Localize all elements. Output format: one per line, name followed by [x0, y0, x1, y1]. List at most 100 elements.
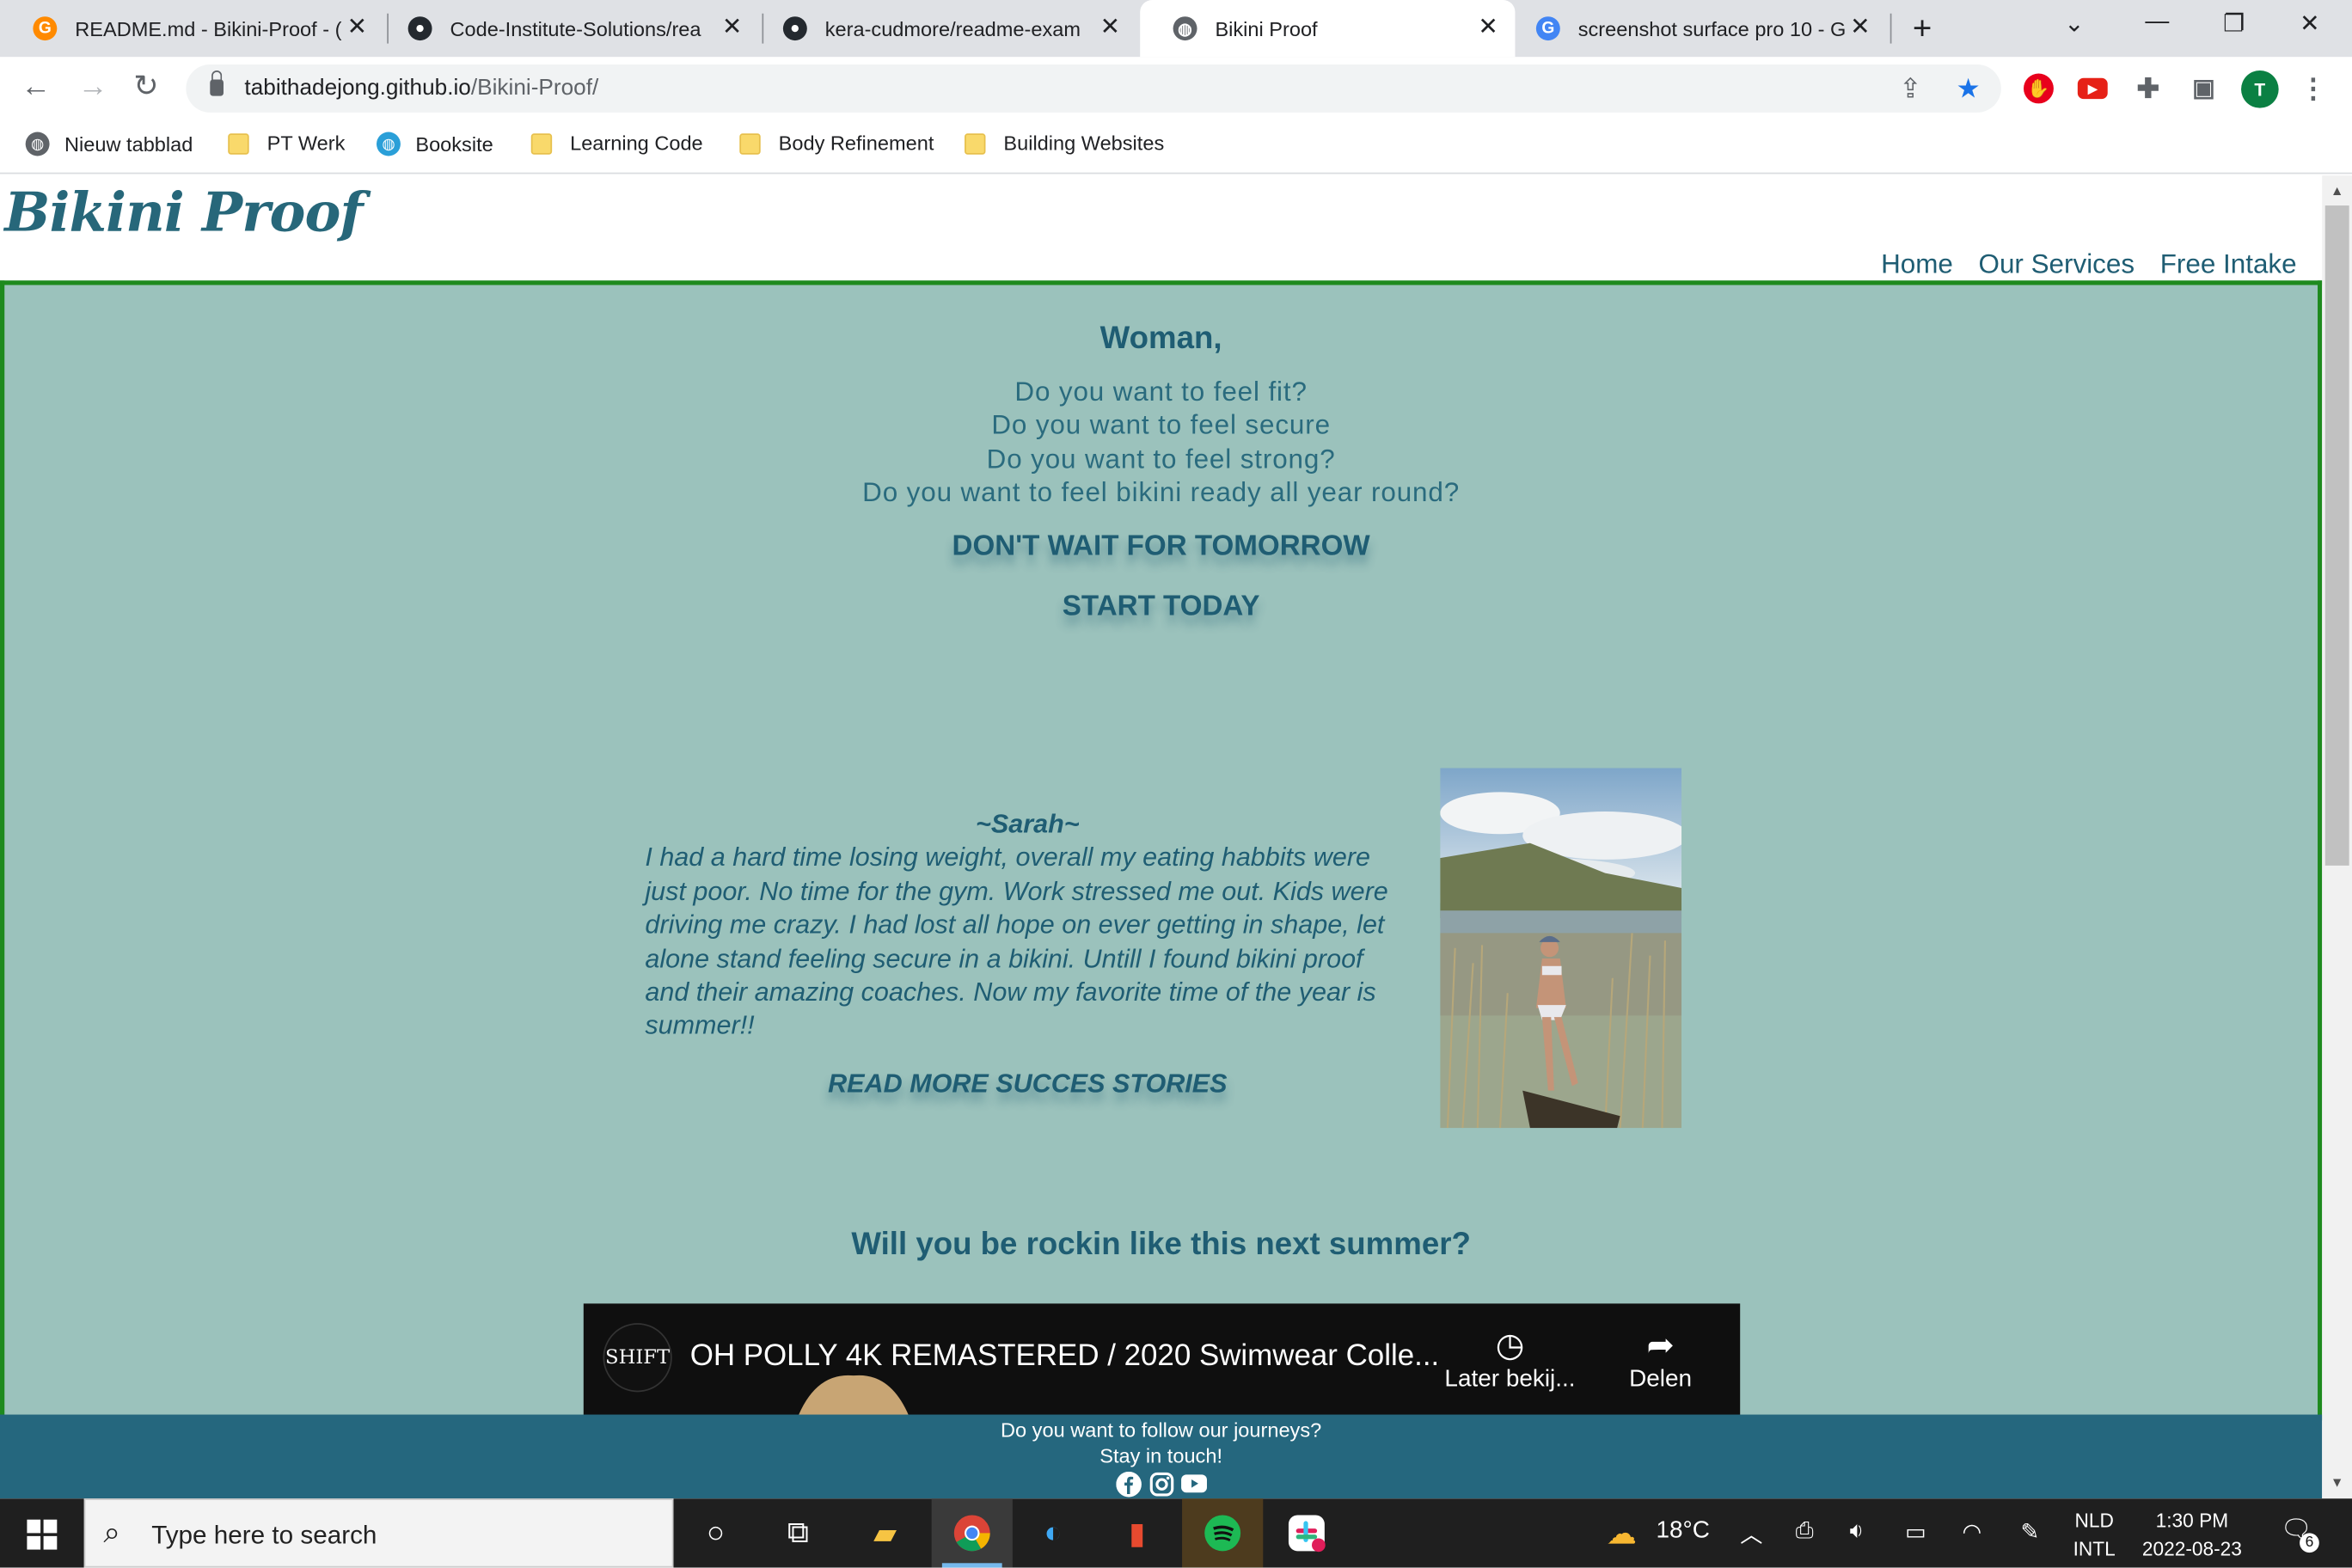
weather-icon[interactable]: ☁ [1601, 1512, 1643, 1554]
url-path: /Bikini-Proof/ [470, 75, 599, 101]
slack-icon[interactable] [1285, 1512, 1327, 1554]
video-title[interactable]: OH POLLY 4K REMASTERED / 2020 Swimwear C… [690, 1339, 1440, 1374]
tab-bikini-proof[interactable]: ◍ Bikini Proof ✕ [1140, 0, 1516, 58]
page-scrollbar[interactable]: ▲ ▼ [2322, 175, 2352, 1499]
battery-icon[interactable]: ▭ [1905, 1518, 1926, 1546]
browser-toolbar: ← → ↻ tabithadejong.github.io/Bikini-Pro… [0, 57, 2352, 120]
tab-title: screenshot surface pro 10 - G [1577, 17, 1846, 40]
reload-icon[interactable]: ↻ [133, 72, 158, 102]
tab-search-icon[interactable]: ⌄ [2064, 9, 2084, 39]
testimonial-author: ~Sarah~ [976, 808, 1080, 839]
back-icon[interactable]: ← [21, 72, 51, 102]
minimize-icon[interactable]: — [2145, 9, 2169, 35]
read-more-stories-link[interactable]: READ MORE SUCCES STORIES [645, 1068, 1410, 1099]
facebook-icon[interactable] [1115, 1470, 1142, 1497]
youtube-embed[interactable]: SHIFT OH POLLY 4K REMASTERED / 2020 Swim… [583, 1303, 1741, 1425]
tab-google[interactable]: G screenshot surface pro 10 - G ✕ [1503, 0, 1887, 57]
tab-code-institute[interactable]: ● Code-Institute-Solutions/rea ✕ [375, 0, 759, 57]
forward-icon[interactable]: → [78, 72, 108, 102]
url-host: tabithadejong.github.io [244, 75, 471, 101]
close-window-icon[interactable]: ✕ [2300, 9, 2319, 39]
volume-icon[interactable]: 🔉︎ [1850, 1518, 1864, 1544]
close-icon[interactable]: ✕ [1476, 15, 1500, 40]
site-footer: Do you want to follow our journeys? Stay… [0, 1414, 2323, 1499]
adblock-icon[interactable]: ✋ [2024, 73, 2054, 104]
web-page: Bikini Proof Home Our Services Free Inta… [0, 175, 2323, 1499]
nav-our-services[interactable]: Our Services [1979, 249, 2135, 281]
watch-later-button[interactable]: ◷ Later bekij... [1444, 1325, 1575, 1393]
profile-avatar[interactable]: T [2241, 70, 2279, 108]
tab-kera[interactable]: ● kera-cudmore/readme-exam ✕ [750, 0, 1137, 57]
keyboard-layout: INTL [2073, 1537, 2116, 1560]
channel-logo[interactable]: SHIFT [603, 1323, 672, 1393]
cta-start-today[interactable]: START TODAY [4, 591, 2318, 624]
extensions-icon[interactable]: ✚ [2133, 73, 2163, 104]
cortana-icon[interactable]: ○ [695, 1512, 737, 1554]
share-button[interactable]: ➦ Delen [1629, 1325, 1692, 1393]
testimonial: ~Sarah~ I had a hard time losing weight,… [645, 807, 1410, 1043]
url-text[interactable]: tabithadejong.github.io/Bikini-Proof/ [244, 75, 598, 101]
bookmarks-bar: ◍ Nieuw tabblad PT Werk ◍ Booksite Learnin… [0, 119, 2352, 175]
side-panel-icon[interactable]: ▣ [2189, 74, 2219, 104]
bookmark-body-refinement[interactable]: Body Refinement [739, 132, 934, 155]
close-icon[interactable]: ✕ [1098, 15, 1122, 40]
hero-title: Woman, [1099, 321, 1222, 356]
social-links [0, 1470, 2322, 1497]
bookmark-nieuw-tabblad[interactable]: ◍ Nieuw tabblad [25, 132, 193, 156]
bookmark-building-websites[interactable]: Building Websites [965, 132, 1164, 155]
nav-free-intake[interactable]: Free Intake [2160, 249, 2297, 281]
clock-icon: ◷ [1495, 1326, 1525, 1364]
cta-dont-wait[interactable]: DON'T WAIT FOR TOMORROW [4, 531, 2318, 564]
tray-chevron-icon[interactable]: ︿ [1740, 1518, 1762, 1550]
address-bar[interactable]: tabithadejong.github.io/Bikini-Proof/ ⇪ … [186, 64, 2001, 113]
bookmark-learning-code[interactable]: Learning Code [530, 132, 703, 155]
hero-line: Do you want to feel strong? [986, 443, 1336, 474]
meet-now-icon[interactable]: ⎙ [1796, 1518, 1814, 1544]
bookmark-booksite[interactable]: ◍ Booksite [376, 132, 493, 156]
wifi-icon[interactable]: ◠ [1962, 1518, 1981, 1546]
hero-line: Do you want to feel bikini ready all yea… [862, 476, 1461, 507]
folder-icon [228, 132, 249, 154]
tab-title: Code-Institute-Solutions/rea [450, 17, 701, 40]
taskbar-clock[interactable]: 1:30 PM 2022-08-23 [2142, 1506, 2242, 1563]
spotify-icon[interactable] [1202, 1512, 1244, 1554]
bookmark-label: Building Websites [1003, 132, 1165, 155]
chrome-icon[interactable] [951, 1512, 993, 1554]
github-icon: ● [782, 16, 807, 41]
bookmark-pt-werk[interactable]: PT Werk [228, 132, 345, 155]
bookmark-label: Body Refinement [778, 132, 934, 155]
tab-title: kera-cudmore/readme-exam [824, 17, 1081, 40]
share-icon[interactable]: ⇪ [1899, 74, 1921, 106]
google-icon: G [1535, 16, 1560, 41]
bookmark-star-icon[interactable]: ★ [1956, 74, 1980, 106]
footer-line: Stay in touch! [1099, 1444, 1223, 1467]
pen-icon[interactable]: ✎ [2021, 1518, 2040, 1546]
weather-temp[interactable]: 18°C [1656, 1518, 1709, 1545]
close-icon[interactable]: ✕ [345, 15, 369, 40]
tab-readme[interactable]: G README.md - Bikini-Proof - ( ✕ [0, 0, 384, 57]
close-icon[interactable]: ✕ [720, 15, 744, 40]
windows-start-icon[interactable] [27, 1519, 58, 1550]
restore-icon[interactable]: ❐ [2223, 9, 2245, 39]
task-view-icon[interactable]: ⧉ [777, 1512, 819, 1554]
menu-icon[interactable]: ⋮ [2298, 73, 2328, 104]
edge-icon[interactable]: ◐ [1032, 1512, 1075, 1554]
taskbar-search[interactable]: ⌕ Type here to search [83, 1498, 674, 1568]
youtube-ext-icon[interactable]: ▶ [2077, 77, 2108, 100]
scroll-up-arrow[interactable]: ▲ [2322, 179, 2352, 205]
nav-home[interactable]: Home [1881, 249, 1953, 281]
footer-line: Do you want to follow our journeys? [1001, 1418, 1322, 1442]
instagram-icon[interactable] [1148, 1470, 1174, 1497]
scroll-down-arrow[interactable]: ▼ [2322, 1470, 2352, 1496]
youtube-icon[interactable] [1180, 1470, 1207, 1497]
file-explorer-icon[interactable]: ▰ [864, 1512, 906, 1554]
scroll-thumb[interactable] [2324, 205, 2349, 866]
testimonial-photo [1440, 768, 1682, 1129]
close-icon[interactable]: ✕ [1848, 15, 1872, 40]
office-icon[interactable]: ▮ [1116, 1512, 1158, 1554]
new-tab-button[interactable]: + [1913, 9, 1932, 47]
language-code: NLD [2074, 1509, 2114, 1532]
globe-icon: ◍ [1173, 16, 1197, 41]
site-logo[interactable]: Bikini Proof [4, 181, 363, 244]
language-indicator[interactable]: NLD INTL [2073, 1506, 2116, 1563]
